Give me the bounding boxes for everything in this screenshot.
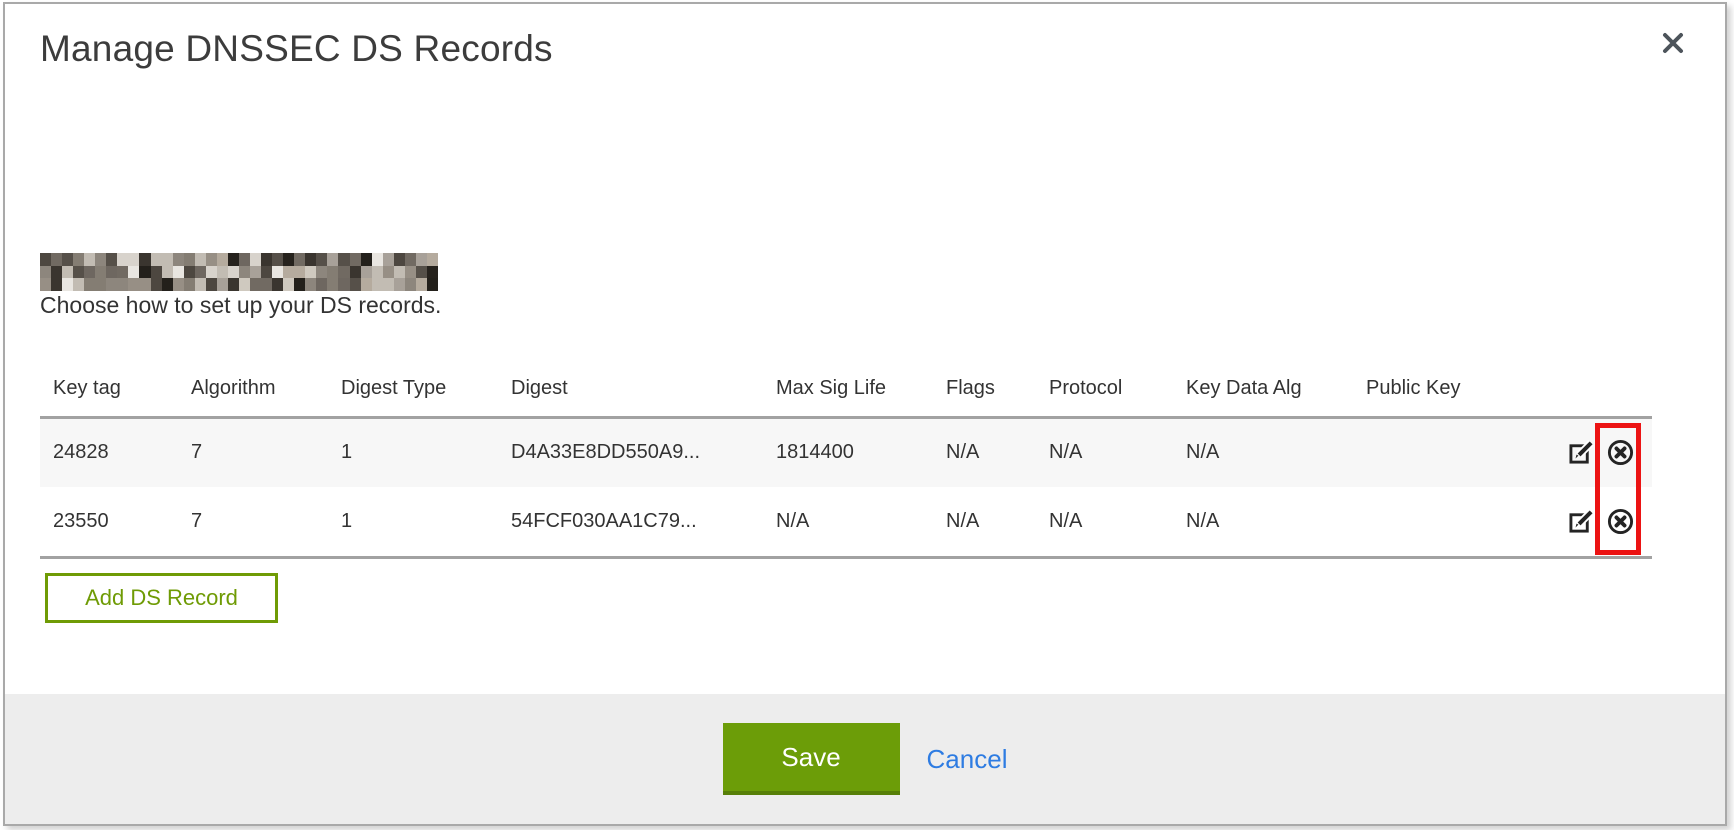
domain-name-redacted [40,253,438,291]
page-title: Manage DNSSEC DS Records [40,28,553,70]
table-row: 24828 7 1 D4A33E8DD550A9... 1814400 N/A … [40,417,1652,487]
close-button[interactable] [1658,28,1688,58]
instruction-text: Choose how to set up your DS records. [40,292,441,319]
col-header-algorithm: Algorithm [178,361,328,417]
cell-flags: N/A [933,487,1036,557]
cell-algorithm: 7 [178,487,328,557]
cell-public-key [1353,487,1508,557]
cell-digest-type: 1 [328,487,498,557]
col-header-key-data-alg: Key Data Alg [1173,361,1353,417]
cell-digest: 54FCF030AA1C79... [498,487,763,557]
cell-key-tag: 23550 [40,487,178,557]
col-header-public-key: Public Key [1353,361,1508,417]
save-button[interactable]: Save [723,723,900,795]
edit-record-button[interactable] [1569,440,1594,465]
circle-x-delete-icon [1607,439,1634,466]
cell-flags: N/A [933,417,1036,487]
close-icon [1658,28,1688,58]
cell-key-data-alg: N/A [1173,487,1353,557]
delete-record-button[interactable] [1607,439,1634,466]
table-header-row: Key tag Algorithm Digest Type Digest Max… [40,361,1652,417]
col-header-max-sig-life: Max Sig Life [763,361,933,417]
ds-records-table: Key tag Algorithm Digest Type Digest Max… [40,361,1652,559]
edit-record-button[interactable] [1569,509,1594,534]
col-header-digest-type: Digest Type [328,361,498,417]
col-header-key-tag: Key tag [40,361,178,417]
delete-record-button[interactable] [1607,508,1634,535]
cell-protocol: N/A [1036,417,1173,487]
cell-digest: D4A33E8DD550A9... [498,417,763,487]
col-header-digest: Digest [498,361,763,417]
cell-protocol: N/A [1036,487,1173,557]
edit-pencil-icon [1569,440,1594,465]
cell-max-sig-life: 1814400 [763,417,933,487]
cell-algorithm: 7 [178,417,328,487]
modal-footer: Save Cancel [5,694,1725,824]
col-header-flags: Flags [933,361,1036,417]
cell-max-sig-life: N/A [763,487,933,557]
cancel-link[interactable]: Cancel [927,744,1008,775]
add-ds-record-button[interactable]: Add DS Record [45,573,278,623]
cell-key-tag: 24828 [40,417,178,487]
circle-x-delete-icon [1607,508,1634,535]
cell-digest-type: 1 [328,417,498,487]
cell-key-data-alg: N/A [1173,417,1353,487]
col-header-actions [1508,361,1652,417]
edit-pencil-icon [1569,509,1594,534]
table-row: 23550 7 1 54FCF030AA1C79... N/A N/A N/A … [40,487,1652,557]
cell-public-key [1353,417,1508,487]
col-header-protocol: Protocol [1036,361,1173,417]
manage-dnssec-modal: Manage DNSSEC DS Records Choose how to s… [3,2,1727,826]
